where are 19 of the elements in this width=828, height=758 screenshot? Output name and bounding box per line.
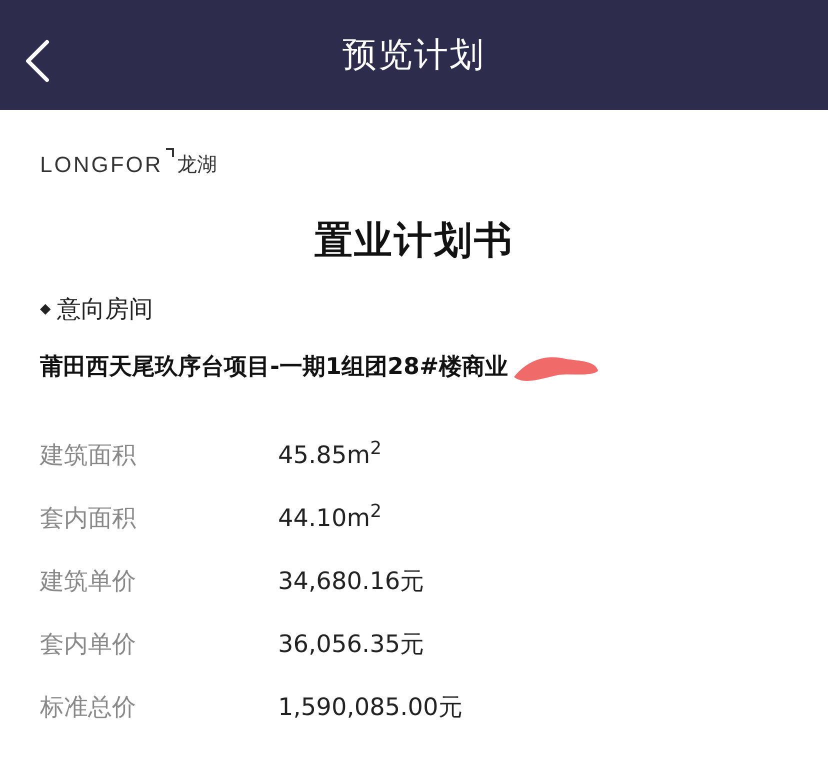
room-name: 莆田西天尾玖序台项目-一期1组团28#楼商业 (40, 352, 508, 382)
field-value: 34,680.16元 (278, 566, 424, 596)
document-title: 置业计划书 (314, 217, 514, 264)
logo-wordmark: LONGFOR (40, 154, 163, 176)
field-label: 建筑面积 (40, 440, 137, 470)
diamond-marker: ◆ (40, 300, 51, 318)
logo-chinese: 龙湖 (176, 154, 217, 174)
back-icon (23, 39, 51, 83)
field-value: 1,590,085.00元 (278, 692, 462, 722)
field-value: 45.85m$^{2}$ (278, 436, 382, 470)
field-value: 36,056.35元 (278, 628, 424, 660)
field-label: 套内面积 (40, 502, 137, 534)
field-label: 标准总价 (40, 692, 137, 722)
field-label: 套内单价 (40, 628, 137, 660)
logo-corner-icon (164, 148, 175, 158)
field-label: 建筑单价 (40, 566, 137, 596)
page-title: 预览计划 (342, 34, 486, 76)
section-label: 意向房间 (56, 294, 153, 325)
field-value: 44.10m$^{2}$ (278, 500, 382, 534)
